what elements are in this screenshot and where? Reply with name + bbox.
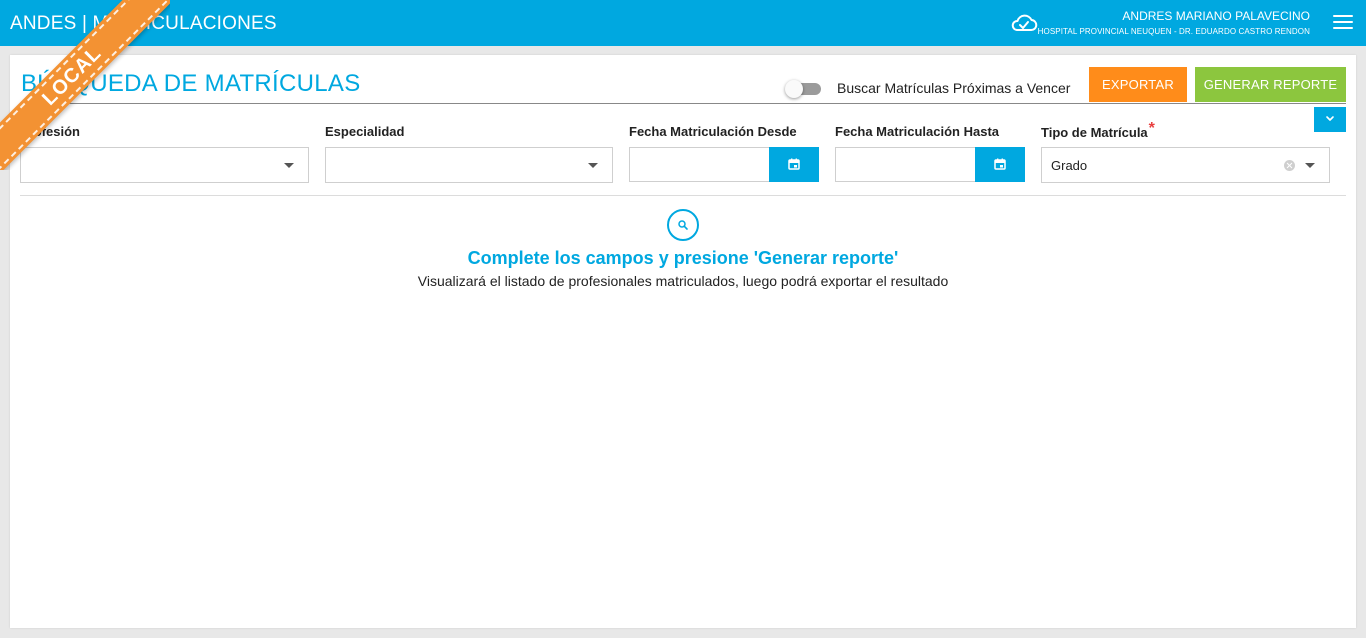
- toggle-knob: [785, 80, 803, 98]
- caret-down-icon: [1305, 163, 1315, 168]
- caret-down-icon: [588, 163, 598, 168]
- expiring-toggle-label[interactable]: Buscar Matrículas Próximas a Vencer: [837, 80, 1070, 96]
- tipo-matricula-label-text: Tipo de Matrícula: [1041, 125, 1148, 140]
- fecha-hasta-label: Fecha Matriculación Hasta: [835, 124, 999, 139]
- generate-report-button[interactable]: GENERAR REPORTE: [1195, 67, 1346, 102]
- especialidad-select[interactable]: [325, 147, 613, 183]
- expiring-toggle[interactable]: [785, 80, 821, 98]
- chevron-down-icon: [1326, 116, 1334, 121]
- fecha-hasta-calendar-button[interactable]: [975, 147, 1025, 182]
- page-title: BÚSQUEDA DE MATRÍCULAS: [21, 70, 361, 97]
- caret-down-icon: [284, 163, 294, 168]
- filters-divider: [20, 195, 1346, 196]
- fecha-desde-input[interactable]: [629, 147, 770, 182]
- required-marker: *: [1148, 120, 1155, 137]
- calendar-icon: [788, 158, 800, 170]
- profesion-select[interactable]: [20, 147, 309, 183]
- hamburger-menu-icon[interactable]: [1333, 15, 1353, 31]
- clear-selection-icon[interactable]: [1284, 160, 1295, 171]
- app-title[interactable]: ANDES | MATRICULACIONES: [10, 13, 277, 35]
- title-divider: [20, 103, 1346, 104]
- calendar-icon: [994, 158, 1006, 170]
- user-name: ANDRES MARIANO PALAVECINO: [1122, 9, 1310, 23]
- fecha-desde-label: Fecha Matriculación Desde: [629, 124, 797, 139]
- tipo-matricula-select[interactable]: Grado: [1041, 147, 1330, 183]
- collapse-filters-button[interactable]: [1314, 107, 1346, 132]
- empty-state-title: Complete los campos y presione 'Generar …: [467, 248, 899, 268]
- user-organization: HOSPITAL PROVINCIAL NEUQUEN - DR. EDUARD…: [1037, 27, 1310, 36]
- especialidad-label: Especialidad: [325, 124, 405, 139]
- tipo-matricula-label: Tipo de Matrícula*: [1041, 120, 1155, 142]
- cloud-check-icon[interactable]: [1010, 11, 1038, 35]
- export-button[interactable]: EXPORTAR: [1089, 67, 1187, 102]
- empty-state-subtitle: Visualizará el listado de profesionales …: [417, 273, 949, 289]
- fecha-hasta-input[interactable]: [835, 147, 976, 182]
- top-navbar: ANDES | MATRICULACIONES ANDRES MARIANO P…: [0, 0, 1366, 46]
- fecha-desde-calendar-button[interactable]: [769, 147, 819, 182]
- tipo-matricula-value: Grado: [1051, 158, 1088, 173]
- profesion-label: Profesión: [20, 124, 80, 139]
- search-icon: [667, 209, 699, 241]
